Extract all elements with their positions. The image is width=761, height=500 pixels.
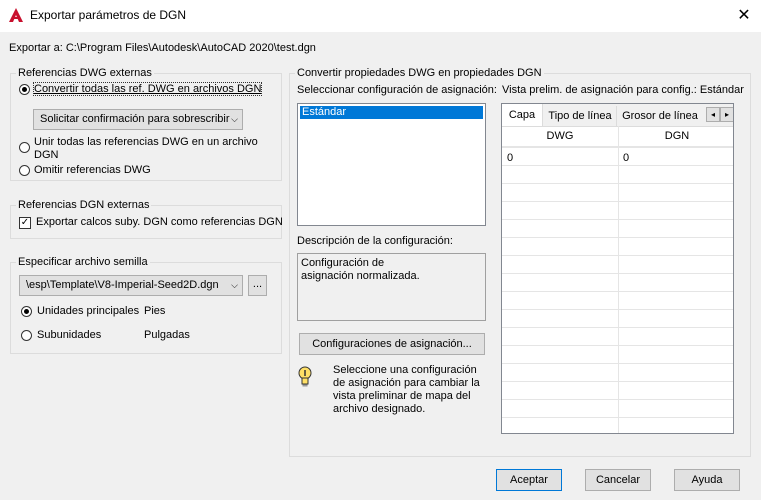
export-underlays-checkbox[interactable]: ✓ <box>19 217 31 229</box>
tab-lineweight[interactable]: Grosor de línea <box>618 106 702 126</box>
chevron-down-icon: ⌵ <box>231 276 238 295</box>
mapping-configurations-button[interactable]: Configuraciones de asignación... <box>299 333 485 355</box>
cancel-button[interactable]: Cancelar <box>585 469 651 491</box>
convert-title: Convertir propiedades DWG en propiedades… <box>295 67 544 79</box>
config-listbox[interactable]: Estándar <box>297 103 486 226</box>
table-cell-dwg: 0 <box>507 152 514 164</box>
seed-file-value: \esp\Template\V8-Imperial-Seed2D.dgn <box>26 279 219 291</box>
export-path: Exportar a: C:\Program Files\Autodesk\Au… <box>9 42 316 54</box>
overwrite-combo[interactable]: Solicitar confirmación para sobrescribir… <box>33 109 243 130</box>
seed-file-combo[interactable]: \esp\Template\V8-Imperial-Seed2D.dgn ⌵ <box>19 275 243 296</box>
omit-radio[interactable] <box>19 165 30 176</box>
grid-lines <box>502 147 733 433</box>
close-icon[interactable]: ✕ <box>730 4 758 28</box>
convert-all-radio[interactable] <box>19 84 30 95</box>
omit-label[interactable]: Omitir referencias DWG <box>34 164 151 176</box>
overwrite-combo-value: Solicitar confirmación para sobrescribir <box>40 113 230 125</box>
convert-all-label[interactable]: Convertir todas las ref. DWG en archivos… <box>32 82 263 96</box>
preview-table: Capa Tipo de línea Grosor de línea ◂ ▸ D… <box>501 103 734 434</box>
mapping-configurations-label: Configuraciones de asignación... <box>312 338 472 350</box>
column-header-dgn: DGN <box>619 126 733 147</box>
tab-scroll-left-icon[interactable]: ◂ <box>706 107 720 122</box>
chevron-down-icon: ⌵ <box>231 114 238 124</box>
seed-title: Especificar archivo semilla <box>16 256 150 268</box>
help-button[interactable]: Ayuda <box>674 469 740 491</box>
column-header-dwg: DWG <box>502 126 619 147</box>
browse-button[interactable]: ... <box>248 275 267 296</box>
table-cell-dgn: 0 <box>623 152 630 164</box>
config-description: Configuración de asignación normalizada. <box>297 253 486 321</box>
config-description-text: Configuración de asignación normalizada. <box>301 257 420 282</box>
config-list-item[interactable]: Estándar <box>300 106 483 119</box>
config-description-label: Descripción de la configuración: <box>297 235 453 247</box>
tab-linetype[interactable]: Tipo de línea <box>544 106 617 126</box>
merge-label-1[interactable]: Unir todas las referencias DWG en un arc… <box>34 136 258 148</box>
master-units-label[interactable]: Unidades principales <box>37 305 139 317</box>
master-units-radio[interactable] <box>21 306 32 317</box>
autocad-logo-icon <box>9 8 23 22</box>
sub-units-label[interactable]: Subunidades <box>37 329 101 341</box>
sub-units-value: Pulgadas <box>144 329 190 341</box>
master-units-value: Pies <box>144 305 166 317</box>
select-config-label: Seleccionar configuración de asignación: <box>297 84 497 96</box>
accept-button[interactable]: Aceptar <box>496 469 562 491</box>
lightbulb-icon <box>297 365 313 389</box>
merge-radio[interactable] <box>19 142 30 153</box>
tab-layer[interactable]: Capa <box>502 104 543 126</box>
tab-scroll-right-icon[interactable]: ▸ <box>720 107 733 122</box>
window-title: Exportar parámetros de DGN <box>30 8 187 22</box>
hint-text: Seleccione una configuración de asignaci… <box>333 364 480 415</box>
preview-label: Vista prelim. de asignación para config.… <box>502 84 744 96</box>
dwg-refs-title: Referencias DWG externas <box>16 67 154 79</box>
export-underlays-label[interactable]: Exportar calcos suby. DGN como referenci… <box>36 216 283 228</box>
sub-units-radio[interactable] <box>21 330 32 341</box>
merge-label-2[interactable]: DGN <box>34 149 58 161</box>
dgn-refs-title: Referencias DGN externas <box>16 199 152 211</box>
